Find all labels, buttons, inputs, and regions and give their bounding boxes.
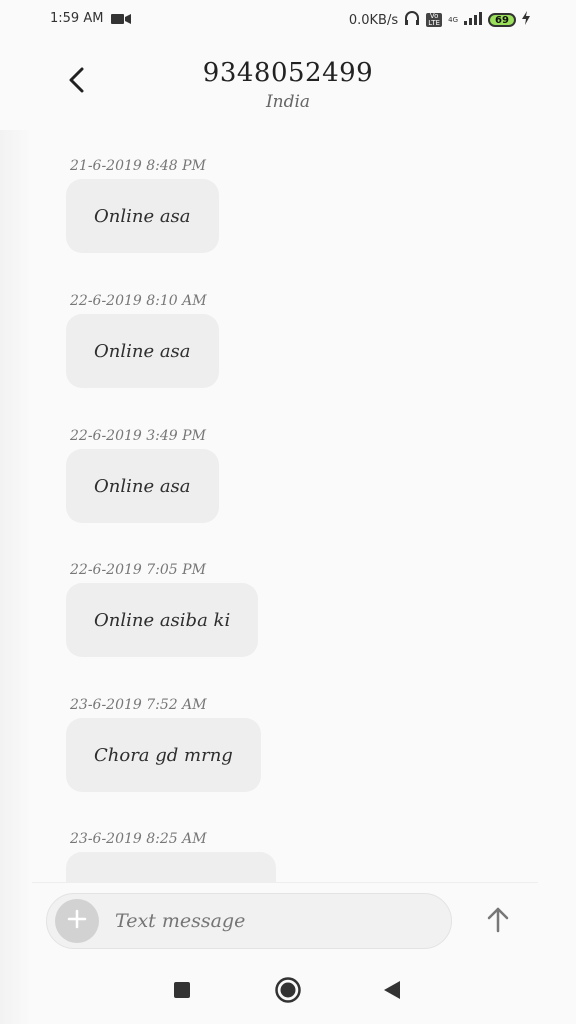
message-timestamp: 23-6-2019 8:25 AM <box>70 831 207 847</box>
circle-icon <box>274 976 302 1008</box>
message-timestamp: 22-6-2019 7:05 PM <box>70 562 206 578</box>
message-timestamp: 21-6-2019 8:48 PM <box>70 158 206 174</box>
message-bubble[interactable]: Online asa <box>66 314 219 388</box>
charging-bolt-icon <box>522 11 530 29</box>
plus-icon <box>67 909 87 933</box>
message-bubble[interactable]: Online asa <box>66 449 219 523</box>
message-timestamp: 23-6-2019 7:52 AM <box>70 697 207 713</box>
status-left: 1:59 AM <box>50 11 132 26</box>
nav-recents-button[interactable] <box>162 972 202 1012</box>
system-navigation-bar <box>32 960 538 1024</box>
message-timestamp: 22-6-2019 3:49 PM <box>70 428 206 444</box>
battery-indicator: 69 <box>488 13 516 27</box>
volte-badge: Vo LTE <box>426 13 443 27</box>
message-composer <box>32 882 538 959</box>
conversation-header: 9348052499 India <box>0 40 576 140</box>
message-item: 22-6-2019 8:10 AM Online asa <box>66 293 219 388</box>
arrow-up-icon <box>486 905 510 937</box>
message-item: 21-6-2019 8:48 PM Online asa <box>66 158 219 253</box>
contact-number: 9348052499 <box>202 58 374 88</box>
message-item: 23-6-2019 8:25 AM <box>66 831 276 882</box>
net-speed: 0.0KB/s <box>348 12 399 28</box>
message-bubble[interactable]: Online asiba ki <box>66 583 259 657</box>
signal-label: 4G <box>448 16 458 24</box>
attach-button[interactable] <box>55 899 99 943</box>
video-camera-icon <box>111 13 132 25</box>
status-right: 0.0KB/s Vo LTE 4G 69 <box>349 11 530 29</box>
nav-home-button[interactable] <box>268 972 308 1012</box>
message-bubble[interactable] <box>66 852 276 882</box>
triangle-left-icon <box>383 980 401 1004</box>
square-icon <box>173 981 191 1003</box>
signal-icon <box>464 11 482 29</box>
message-item: 22-6-2019 7:05 PM Online asiba ki <box>66 562 259 657</box>
nav-back-button[interactable] <box>372 972 412 1012</box>
message-item: 22-6-2019 3:49 PM Online asa <box>66 428 219 523</box>
status-bar: 1:59 AM 0.0KB/s Vo LTE 4G 69 <box>0 0 576 40</box>
composer-pill <box>46 893 452 949</box>
message-item: 23-6-2019 7:52 AM Chora gd mrng <box>66 697 261 792</box>
message-list[interactable]: 21-6-2019 8:48 PM Online asa 22-6-2019 8… <box>0 150 576 882</box>
message-bubble[interactable]: Online asa <box>66 179 219 253</box>
send-button[interactable] <box>478 899 518 943</box>
contact-location: India <box>265 92 311 112</box>
message-input[interactable] <box>113 909 417 933</box>
message-timestamp: 22-6-2019 8:10 AM <box>70 293 207 309</box>
headphones-icon <box>404 11 420 29</box>
message-bubble[interactable]: Chora gd mrng <box>66 718 261 792</box>
status-time: 1:59 AM <box>50 11 104 26</box>
